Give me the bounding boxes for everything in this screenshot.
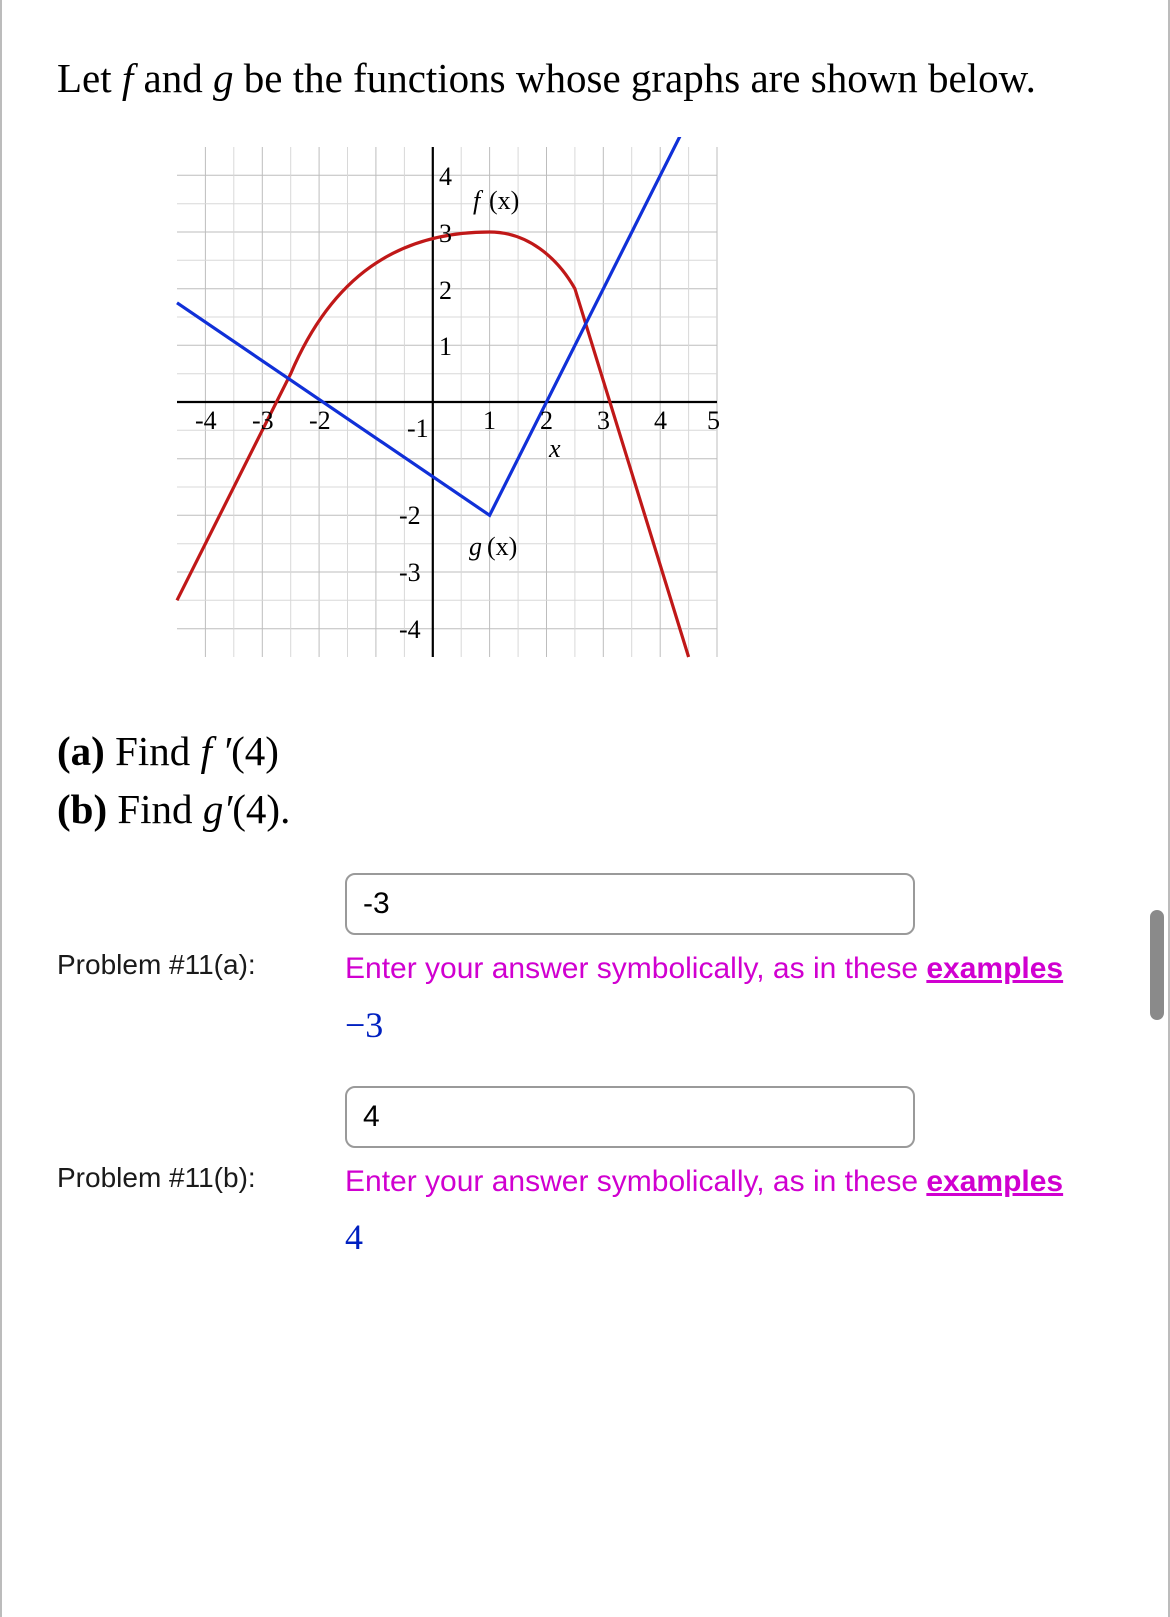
subquestion-a: (a) Find f ′(4) — [57, 727, 1113, 775]
answer-label-b: Problem #11(b): — [57, 1086, 345, 1194]
svg-text:f: f — [473, 186, 484, 215]
svg-text:-2: -2 — [309, 406, 331, 435]
svg-text:x: x — [548, 434, 561, 463]
content: Let f and g be the functions whose graph… — [2, 0, 1168, 1338]
fn: g′ — [203, 786, 232, 832]
answer-label-a: Problem #11(a): — [57, 873, 345, 981]
text: Find — [107, 786, 203, 832]
svg-text:-4: -4 — [195, 406, 217, 435]
svg-text:(x): (x) — [489, 186, 519, 215]
answer-row-b: Problem #11(b): Enter your answer symbol… — [57, 1086, 1113, 1259]
problem-prompt: Let f and g be the functions whose graph… — [57, 50, 1113, 107]
svg-text:4: 4 — [439, 162, 452, 191]
text: Let — [57, 55, 122, 101]
chart: -4 -3 -2 -1 1 2 3 4 5 1 2 3 4 -2 -3 -4 — [167, 137, 727, 667]
svg-text:-3: -3 — [399, 558, 421, 587]
label-b: (b) — [57, 786, 107, 832]
label-a: (a) — [57, 728, 105, 774]
svg-text:g: g — [469, 532, 482, 561]
answer-right-a: Enter your answer symbolically, as in th… — [345, 873, 1113, 1046]
svg-text:3: 3 — [597, 406, 610, 435]
answer-right-b: Enter your answer symbolically, as in th… — [345, 1086, 1113, 1259]
var-f: f — [122, 55, 133, 101]
answers-block: Problem #11(a): Enter your answer symbol… — [57, 873, 1113, 1258]
svg-text:-2: -2 — [399, 501, 421, 530]
svg-text:-4: -4 — [399, 615, 421, 644]
examples-link[interactable]: examples — [926, 952, 1063, 985]
fn: f ′ — [201, 728, 232, 774]
svg-text:4: 4 — [654, 406, 667, 435]
hint-text: Enter your answer symbolically, as in th… — [345, 952, 926, 985]
svg-text:1: 1 — [483, 406, 496, 435]
svg-text:2: 2 — [540, 406, 553, 435]
arg: (4) — [231, 728, 279, 774]
var-g: g — [213, 55, 234, 101]
arg: (4). — [232, 786, 290, 832]
chart-svg: -4 -3 -2 -1 1 2 3 4 5 1 2 3 4 -2 -3 -4 — [167, 137, 727, 667]
svg-text:3: 3 — [439, 219, 452, 248]
answer-input-a[interactable] — [345, 873, 915, 935]
text: be the functions whose graphs are shown … — [234, 55, 1036, 101]
parsed-a: −3 — [345, 1004, 1113, 1046]
hint-a: Enter your answer symbolically, as in th… — [345, 949, 1113, 990]
svg-text:-3: -3 — [252, 406, 274, 435]
text: Find — [105, 728, 201, 774]
svg-text:2: 2 — [439, 276, 452, 305]
subquestion-b: (b) Find g′(4). — [57, 785, 1113, 833]
answer-row-a: Problem #11(a): Enter your answer symbol… — [57, 873, 1113, 1046]
svg-text:-1: -1 — [407, 414, 429, 443]
svg-text:5: 5 — [707, 406, 720, 435]
text: and — [133, 55, 213, 101]
hint-b: Enter your answer symbolically, as in th… — [345, 1162, 1113, 1203]
parsed-b: 4 — [345, 1216, 1113, 1258]
answer-input-b[interactable] — [345, 1086, 915, 1148]
hint-text: Enter your answer symbolically, as in th… — [345, 1165, 926, 1198]
page: Let f and g be the functions whose graph… — [0, 0, 1170, 1617]
examples-link[interactable]: examples — [926, 1165, 1063, 1198]
svg-text:1: 1 — [439, 332, 452, 361]
svg-text:(x): (x) — [487, 532, 517, 561]
scrollbar-thumb[interactable] — [1150, 910, 1164, 1020]
